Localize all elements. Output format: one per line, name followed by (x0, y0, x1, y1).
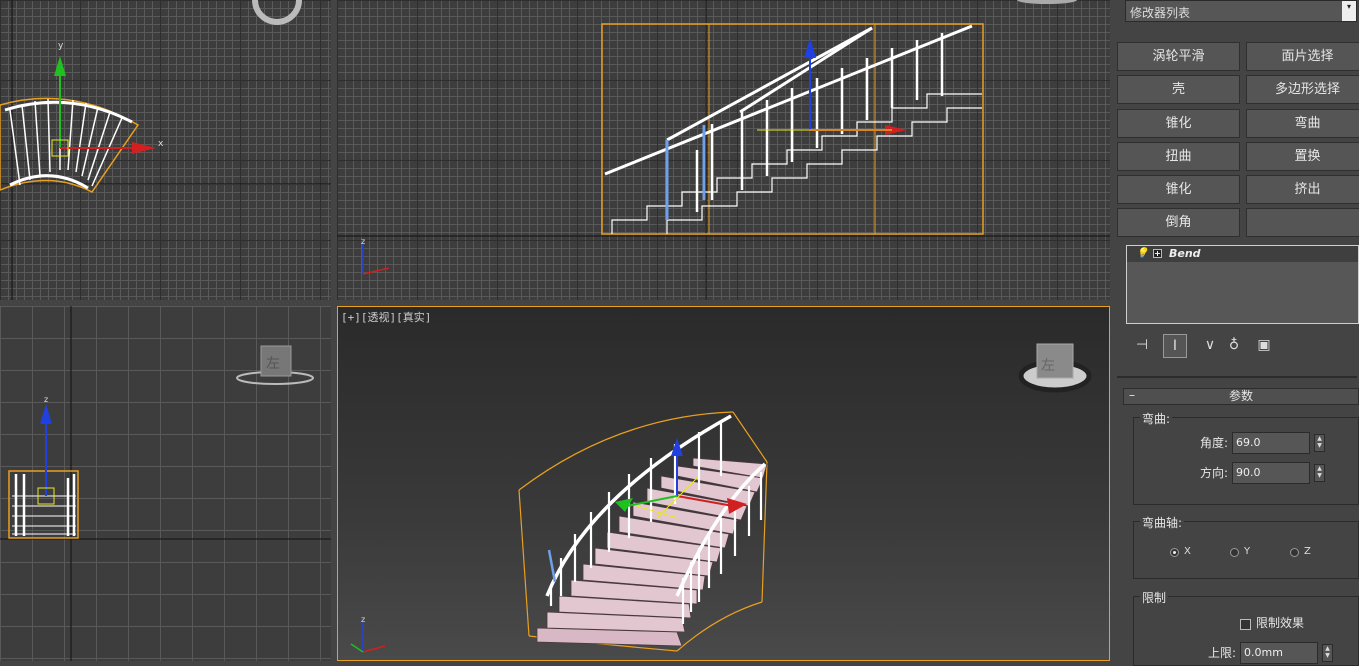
axis-y-radio[interactable] (1230, 548, 1239, 557)
expand-plus-icon[interactable]: + (1153, 249, 1162, 258)
bend-group: 弯曲: 角度: 69.0 ▲ ▼ 方向: 90.0 ▲ ▼ (1133, 410, 1359, 505)
pin-stack-icon[interactable]: ⊣ (1131, 334, 1153, 356)
axis-z-radio[interactable] (1290, 548, 1299, 557)
axis-y-label: y (58, 41, 64, 51)
separator (1117, 376, 1357, 378)
limit-effect-label: 限制效果 (1256, 616, 1305, 630)
axis-tripod-front: z (361, 237, 390, 275)
modifier-stack[interactable]: 💡 + Bend (1126, 245, 1359, 324)
upper-limit-spinner[interactable]: ▲ ▼ (1322, 644, 1333, 662)
axis-tripod-perspective: z (350, 615, 386, 653)
modifier-button-bend[interactable]: 弯曲 (1246, 109, 1359, 138)
stack-item-bend[interactable]: 💡 + Bend (1127, 246, 1358, 262)
limit-effect-checkbox[interactable] (1240, 619, 1251, 630)
modifier-button-twist[interactable]: 扭曲 (1117, 142, 1240, 171)
limit-group-title: 限制 (1140, 589, 1169, 606)
viewcube-perspective[interactable]: 左 (1018, 343, 1092, 393)
modifier-button-turbosmooth[interactable]: 涡轮平滑 (1117, 42, 1240, 71)
angle-label: 角度: (1200, 436, 1229, 450)
bend-group-title: 弯曲: (1140, 410, 1173, 427)
axis-z-label: z (44, 395, 48, 404)
bent-stair-top-view (0, 97, 140, 193)
modifier-button-taper[interactable]: 锥化 (1117, 109, 1240, 138)
axis-x-radio[interactable] (1170, 548, 1179, 557)
show-end-result-icon[interactable]: I (1163, 334, 1187, 358)
axis-z-label: z (361, 615, 365, 624)
axis-x-label: x (158, 139, 164, 149)
modifier-button-shell[interactable]: 壳 (1117, 75, 1240, 104)
modifier-list-label: 修改器列表 (1130, 6, 1191, 20)
viewcube-ring[interactable] (1017, 0, 1077, 4)
make-unique-icon[interactable]: ∨ (1199, 334, 1221, 356)
selected-baluster (547, 549, 557, 583)
direction-input[interactable]: 90.0 (1232, 462, 1310, 484)
modifier-button-poly-select[interactable]: 多边形选择 (1246, 75, 1359, 104)
modifier-list-dropdown[interactable]: 修改器列表 ▾ (1125, 0, 1357, 22)
stack-toolbar: ⊣ I ∨ ♁ ▣ (1131, 334, 1351, 358)
stack-item-label: Bend (1169, 247, 1201, 260)
viewcube-ring[interactable] (252, 0, 302, 25)
params-rollout-header[interactable]: – 参数 (1123, 388, 1359, 405)
viewport-perspective-canvas: 左 z (350, 343, 1092, 653)
bend-axis-group-title: 弯曲轴: (1140, 514, 1185, 531)
transform-gizmo-top[interactable] (51, 56, 156, 157)
angle-input[interactable]: 69.0 (1232, 432, 1310, 454)
command-panel: 修改器列表 ▾ 涡轮平滑 面片选择 壳 多边形选择 锥化 弯曲 扭曲 置换 锥化… (1113, 0, 1359, 666)
viewport-front-canvas: z (337, 0, 1110, 300)
axis-x-label: X (1184, 546, 1191, 557)
viewport-front[interactable]: z (337, 0, 1110, 300)
viewcube-face-label: 左 (266, 356, 280, 372)
viewport-top-canvas: x y (0, 0, 331, 300)
modifier-button-displace[interactable]: 置换 (1246, 142, 1359, 171)
axis-z-label: Z (1304, 546, 1311, 557)
viewcube-left[interactable]: 左 (236, 345, 314, 385)
collapse-minus-icon[interactable]: – (1129, 388, 1135, 403)
lightbulb-icon[interactable]: 💡 (1136, 248, 1148, 259)
modifier-button-taper-2[interactable]: 锥化 (1117, 175, 1240, 204)
direction-spinner[interactable]: ▲ ▼ (1314, 464, 1325, 482)
axis-z-label: z (361, 237, 365, 246)
modifier-button-patch-select[interactable]: 面片选择 (1246, 42, 1359, 71)
viewport-top[interactable]: x y (0, 0, 331, 300)
axis-y-label: Y (1244, 546, 1251, 557)
stair-left-view (12, 474, 76, 536)
viewport-left-canvas: 左 z (0, 306, 331, 661)
bend-axis-group: 弯曲轴: X Y Z (1133, 514, 1359, 579)
viewport-left[interactable]: 左 z (0, 306, 331, 661)
transform-gizmo-left[interactable]: z (37, 395, 55, 505)
direction-label: 方向: (1200, 466, 1229, 480)
configure-sets-icon[interactable]: ▣ (1253, 334, 1275, 356)
angle-spinner[interactable]: ▲ ▼ (1314, 434, 1325, 452)
limit-group: 限制 限制效果 上限: 0.0mm ▲ ▼ (1133, 589, 1359, 666)
modifier-button-extrude[interactable]: 挤出 (1246, 175, 1359, 204)
dropdown-arrow-icon[interactable]: ▾ (1342, 1, 1356, 21)
viewcube-face-label: 左 (1041, 358, 1055, 374)
modifier-button-bevel[interactable]: 倒角 (1117, 208, 1240, 237)
upper-limit-label: 上限: (1208, 646, 1237, 660)
modifier-button-empty[interactable] (1246, 208, 1359, 237)
viewport-perspective[interactable]: [+][透视][真实] 左 z (337, 306, 1110, 661)
remove-modifier-icon[interactable]: ♁ (1223, 334, 1245, 356)
params-rollout-title: 参数 (1228, 389, 1253, 403)
